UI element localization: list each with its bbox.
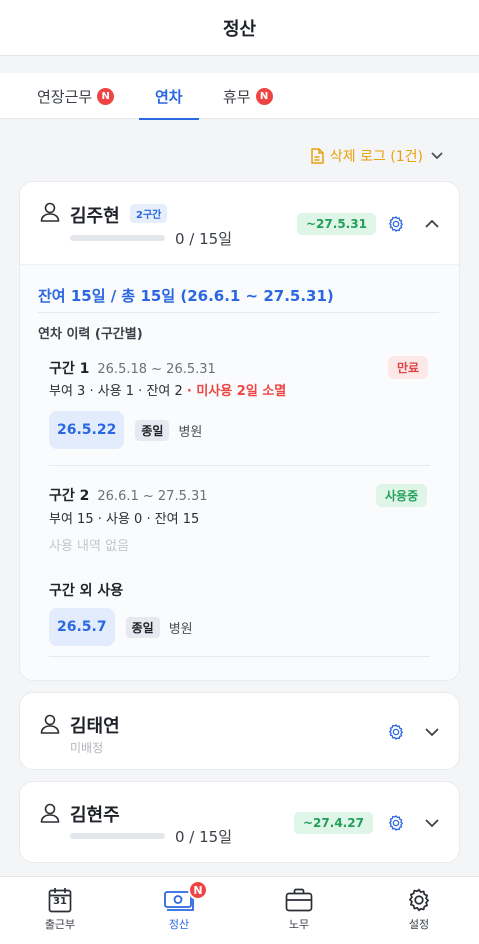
- usage-row[interactable]: 26.5.7 종일 병원: [49, 608, 193, 646]
- no-usage-text: 사용 내역 없음: [49, 539, 130, 554]
- tab-annual-leave-label: 연차: [155, 87, 183, 106]
- chevron-down-icon: [431, 152, 443, 160]
- segment-title: 구간 1: [49, 361, 90, 377]
- app-header: 정산: [0, 0, 479, 56]
- usage-place: 병원: [168, 621, 193, 637]
- employee-name: 김주현: [70, 206, 120, 227]
- usage-row[interactable]: 26.5.22 종일 병원: [49, 411, 202, 449]
- briefcase-icon: [285, 886, 313, 914]
- usage-date: 26.5.22: [49, 411, 125, 449]
- leave-ratio: 0 / 15일: [175, 230, 233, 248]
- tab-overtime[interactable]: 연장근무 N: [37, 73, 115, 119]
- nav-label: 출근부: [44, 918, 76, 931]
- employee-name: 김현주: [70, 805, 120, 826]
- segment-range: 26.6.1 ~ 27.5.31: [97, 489, 208, 504]
- tab-overtime-label: 연장근무: [37, 87, 93, 106]
- person-icon: [40, 714, 60, 734]
- new-badge: N: [255, 87, 273, 105]
- nav-label: 정산: [168, 918, 190, 931]
- money-icon: N: [164, 880, 208, 914]
- document-icon: [311, 148, 324, 164]
- employee-card[interactable]: 김현주 0 / 15일 ~27.4.27: [19, 781, 460, 863]
- segment-divider: [49, 656, 430, 657]
- segment-stats: 부여 15 · 사용 0 · 잔여 15: [49, 512, 200, 527]
- tab-bar: 연장근무 N 연차 휴무 N: [0, 73, 479, 120]
- chevron-up-icon[interactable]: [425, 219, 439, 228]
- leave-ratio: 0 / 15일: [175, 828, 233, 846]
- expiry-badge: ~27.5.31: [297, 213, 376, 235]
- summary-divider: [38, 312, 439, 313]
- segment-stats: 부여 3 · 사용 1 · 잔여 2 · 미사용 2일 소멸: [49, 380, 286, 399]
- gear-icon: [406, 886, 432, 914]
- leave-progress-bar: [70, 235, 165, 241]
- usage-place: 병원: [178, 424, 203, 440]
- bottom-nav: 31 출근부 N 정산 노무 설정: [0, 876, 479, 944]
- deleted-log-toggle[interactable]: 삭제 로그 (1건): [310, 146, 449, 166]
- status-badge: 사용중: [376, 484, 428, 507]
- segment-title: 구간 2: [49, 488, 90, 504]
- deleted-log-label: 삭제 로그 (1건): [329, 149, 423, 165]
- gear-icon[interactable]: [387, 814, 405, 832]
- tab-annual-leave[interactable]: 연차: [139, 73, 199, 120]
- usage-date: 26.5.7: [49, 608, 115, 646]
- tab-day-off-label: 휴무: [223, 87, 251, 106]
- page-title: 정산: [222, 18, 257, 40]
- usage-type: 종일: [125, 616, 160, 638]
- nav-labor[interactable]: 노무: [259, 877, 339, 944]
- segment-badge: 2구간: [130, 204, 168, 223]
- employee-name: 김태연: [70, 716, 120, 737]
- person-icon: [40, 202, 60, 222]
- tab-day-off[interactable]: 휴무 N: [223, 73, 273, 119]
- new-badge: N: [188, 880, 208, 900]
- segment-header: 구간 2 26.6.1 ~ 27.5.31: [49, 485, 208, 505]
- nav-label: 설정: [408, 918, 430, 931]
- expiry-badge: ~27.4.27: [294, 812, 373, 834]
- expiry-warning: · 미사용 2일 소멸: [186, 384, 287, 399]
- chevron-down-icon[interactable]: [425, 728, 439, 737]
- person-icon: [40, 803, 60, 823]
- calendar-icon: 31: [48, 886, 72, 914]
- leave-progress-bar: [70, 833, 165, 839]
- calendar-day: 31: [53, 896, 67, 907]
- employee-card[interactable]: 김태연 미배정: [19, 692, 460, 770]
- segment-divider: [49, 465, 430, 466]
- nav-settings[interactable]: 설정: [379, 877, 459, 944]
- nav-settlement[interactable]: N 정산: [139, 877, 219, 944]
- nav-attendance[interactable]: 31 출근부: [20, 877, 100, 944]
- new-badge: N: [97, 87, 115, 105]
- leave-summary-text: 잔여 15일 / 총 15일 (26.6.1 ~ 27.5.31): [38, 287, 334, 305]
- chevron-down-icon[interactable]: [425, 819, 439, 828]
- unassigned-label: 미배정: [70, 741, 104, 755]
- outside-usage-title-text: 구간 외 사용: [49, 583, 124, 599]
- nav-label: 노무: [288, 918, 310, 931]
- status-badge: 만료: [388, 356, 429, 379]
- gear-icon[interactable]: [387, 215, 405, 233]
- segment-header: 구간 1 26.5.18 ~ 26.5.31: [49, 358, 216, 378]
- segment-stats-text: 부여 3 · 사용 1 · 잔여 2: [49, 384, 183, 399]
- history-title: 연차 이력 (구간별): [38, 327, 143, 342]
- outside-usage-title: 구간 외 사용: [49, 580, 131, 600]
- usage-type: 종일: [135, 419, 170, 441]
- segment-range: 26.5.18 ~ 26.5.31: [97, 362, 216, 377]
- gear-icon[interactable]: [387, 723, 405, 741]
